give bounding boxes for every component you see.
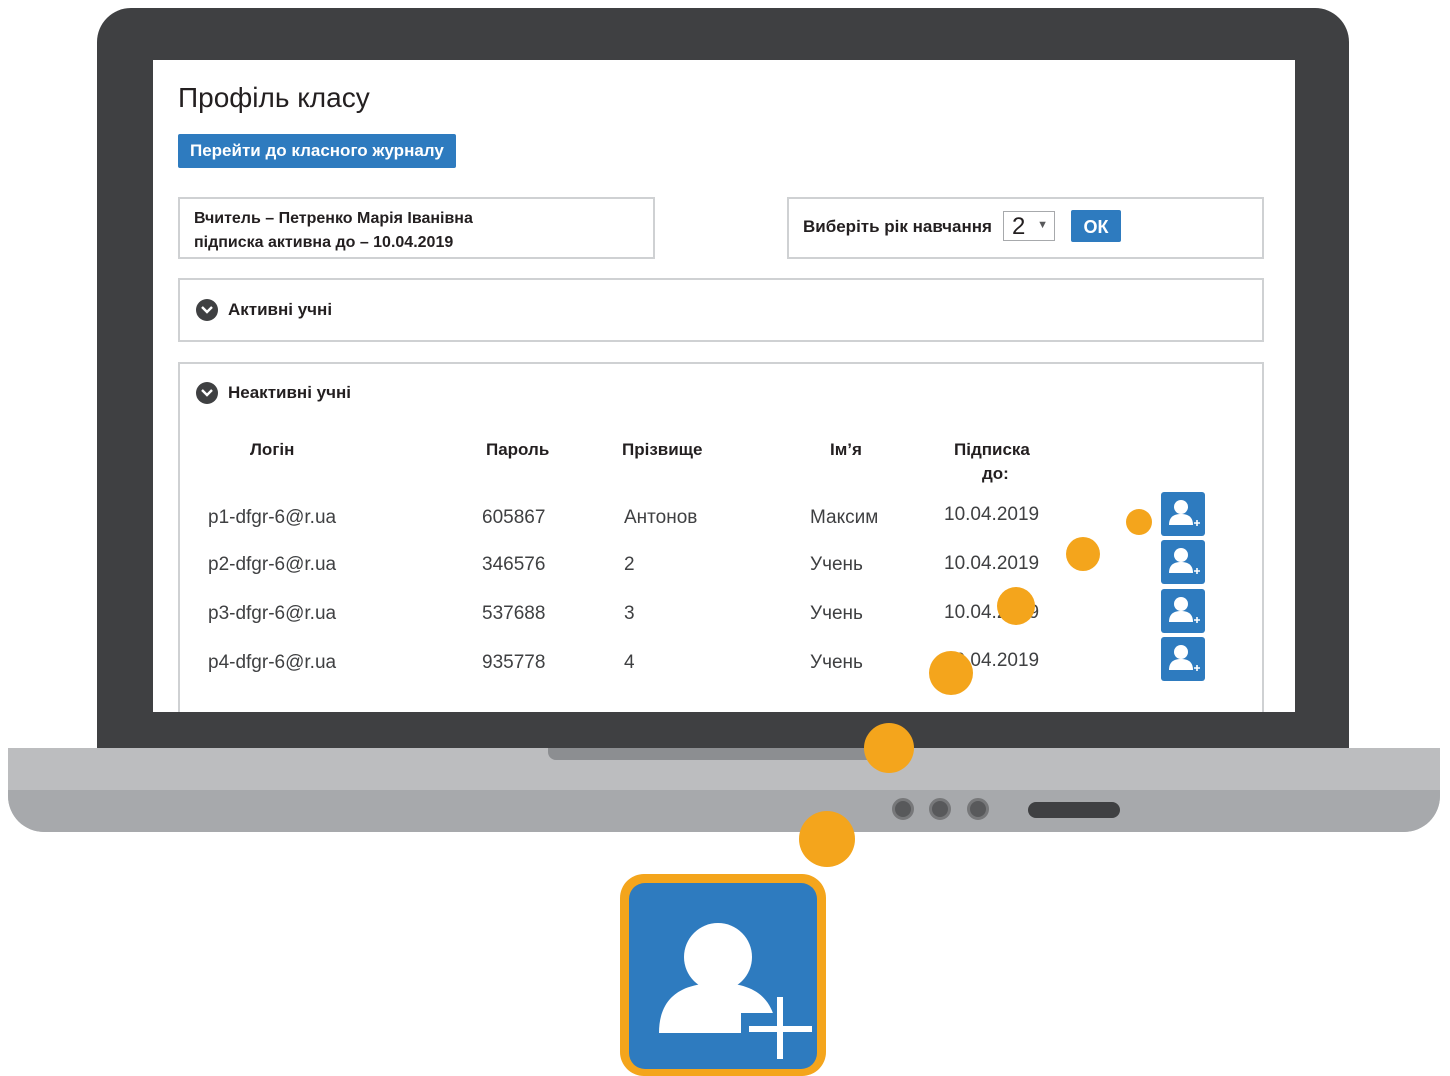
add-user-icon (1169, 500, 1200, 526)
connector-dot (799, 811, 855, 867)
inactive-students-toggle[interactable]: Неактивні учні (196, 382, 351, 404)
cell-login: p1-dfgr-6@r.ua (208, 507, 337, 528)
port-icon (929, 798, 951, 820)
column-header-subscription-line1: Підписка (954, 440, 1030, 459)
cell-login: p2-dfgr-6@r.ua (208, 554, 337, 575)
laptop-screen: Профіль класу Перейти до класного журнал… (153, 60, 1295, 712)
chevron-down-icon (196, 299, 218, 321)
cell-name: Учень (810, 603, 863, 624)
column-header-login: Логін (250, 440, 295, 459)
year-select-value: 2 (1012, 213, 1026, 240)
port-icon (892, 798, 914, 820)
active-students-label: Активні учні (228, 300, 333, 319)
add-user-button[interactable] (1161, 540, 1205, 584)
year-select[interactable]: 2 ▼ (1003, 211, 1055, 241)
laptop-hinge (548, 748, 908, 760)
cell-password: 537688 (482, 603, 546, 624)
page-title: Профіль класу (178, 82, 370, 113)
cell-name: Учень (810, 554, 863, 575)
connector-dot (1066, 537, 1100, 571)
teacher-info-panel: Вчитель – Петренко Марія Іванівна підпис… (178, 197, 655, 259)
cell-name: Учень (810, 652, 863, 673)
go-to-journal-button[interactable]: Перейти до класного журналу (178, 134, 456, 168)
inactive-students-panel: Неактивні учні Логін Пароль Прізвище Ім’… (178, 362, 1264, 712)
cell-surname: 4 (624, 652, 635, 673)
add-user-button[interactable] (1161, 589, 1205, 633)
subscription-status: підписка активна до – 10.04.2019 (194, 234, 454, 251)
connector-dot (1126, 509, 1152, 535)
year-selector-panel: Виберіть рік навчання 2 ▼ ОК (787, 197, 1264, 259)
cell-surname: Антонов (624, 507, 698, 528)
add-user-button[interactable] (1161, 637, 1205, 681)
cell-password: 605867 (482, 507, 546, 528)
column-header-password: Пароль (486, 440, 550, 459)
dropdown-arrow-icon: ▼ (1037, 219, 1048, 231)
port-icon (967, 798, 989, 820)
column-header-subscription: Підписка до: (954, 438, 1034, 486)
add-user-button[interactable] (1161, 492, 1205, 536)
chevron-down-icon (196, 382, 218, 404)
active-students-panel: Активні учні (178, 278, 1264, 342)
cell-until: 10.04.2019 (944, 553, 1040, 574)
ok-button[interactable]: ОК (1071, 210, 1121, 242)
column-header-surname: Прізвище (622, 440, 703, 459)
column-header-subscription-line2: до: (982, 464, 1009, 483)
cell-surname: 2 (624, 554, 635, 575)
cell-until: 10.04.2019 (944, 504, 1040, 525)
inactive-students-label: Неактивні учні (228, 383, 351, 402)
cell-password: 346576 (482, 554, 546, 575)
laptop-base-bottom (8, 790, 1440, 832)
active-students-toggle[interactable]: Активні учні (196, 299, 332, 321)
connector-dot (864, 723, 914, 773)
teacher-name: Вчитель – Петренко Марія Іванівна (194, 210, 473, 227)
slot-icon (1028, 802, 1120, 818)
column-header-name: Ім’я (830, 440, 862, 459)
highlighted-add-user-icon (620, 874, 826, 1076)
add-user-icon (659, 923, 812, 1063)
cell-login: p4-dfgr-6@r.ua (208, 652, 337, 673)
add-user-icon (1169, 645, 1200, 671)
add-user-icon (1169, 597, 1200, 623)
cell-name: Максим (810, 507, 879, 528)
year-label: Виберіть рік навчання (803, 217, 992, 236)
connector-dot (929, 651, 973, 695)
add-user-icon (1169, 548, 1200, 574)
cell-password: 935778 (482, 652, 546, 673)
highlighted-add-user-icon-inner (629, 883, 817, 1069)
connector-dot (997, 587, 1035, 625)
cell-login: p3-dfgr-6@r.ua (208, 603, 337, 624)
cell-surname: 3 (624, 603, 635, 624)
laptop-base (8, 748, 1440, 832)
